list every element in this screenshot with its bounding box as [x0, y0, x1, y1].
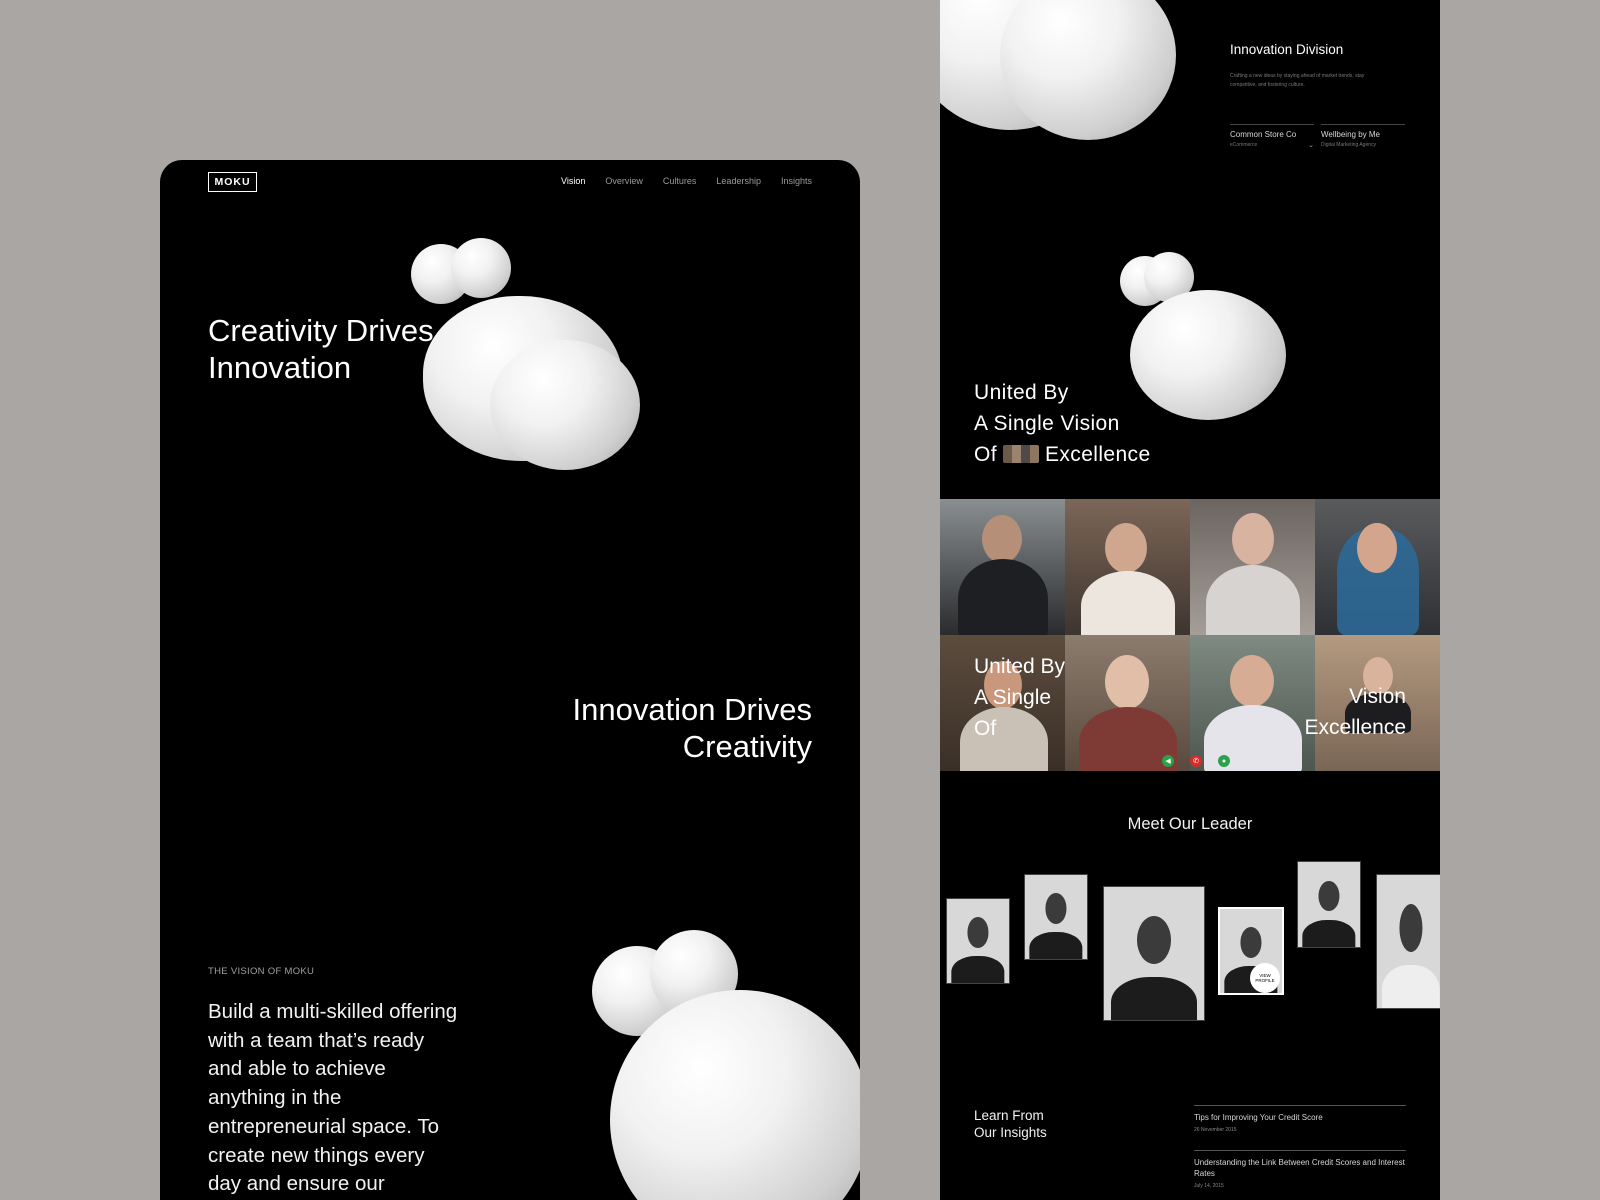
chevron-down-icon[interactable]: ⌄	[1308, 141, 1314, 149]
overlay-text-left: United By A Single Of	[974, 655, 1066, 740]
culture-page-panel: Innovation Division Crafting a new ideas…	[940, 0, 1440, 1200]
hero-heading: Creativity Drives Innovation	[208, 312, 434, 386]
meet-leader-heading: Meet Our Leader	[1127, 815, 1253, 833]
moku-logo[interactable]: MOKU	[208, 172, 257, 192]
united-line2: A Single Vision	[974, 412, 1120, 435]
secondary-heading-line1: Innovation Drives	[572, 692, 812, 727]
leader-card[interactable]	[1297, 861, 1361, 948]
hero-heading-line1: Creativity Drives	[208, 313, 434, 348]
insight-item[interactable]: Understanding the Link Between Credit Sc…	[1194, 1150, 1406, 1189]
secondary-heading-line2: Creativity	[682, 729, 812, 764]
client-common-store[interactable]: Common Store Co eCommerce ⌄	[1230, 124, 1314, 149]
division-description: Crafting a new ideas by staying ahead of…	[1230, 73, 1365, 88]
main-nav: Vision Overview Cultures Leadership Insi…	[561, 176, 812, 186]
nav-leadership[interactable]: Leadership	[716, 176, 761, 186]
hero-heading-line2: Innovation	[208, 350, 352, 385]
participant-tile	[1315, 499, 1440, 635]
united-heading: United By A Single Vision Of Excellence	[974, 377, 1151, 470]
nav-overview[interactable]: Overview	[605, 176, 643, 186]
client-title: Wellbeing by Me	[1321, 130, 1380, 139]
vision-page-panel: MOKU Vision Overview Cultures Leadership…	[160, 160, 860, 1200]
insight-title: Understanding the Link Between Credit Sc…	[1194, 1158, 1405, 1178]
leader-card[interactable]	[1024, 874, 1088, 960]
client-subtitle: eCommerce	[1230, 142, 1258, 148]
nav-vision[interactable]: Vision	[561, 176, 585, 186]
hang-up-icon[interactable]: ✆	[1190, 755, 1202, 767]
client-title: Common Store Co	[1230, 130, 1297, 139]
speaker-icon[interactable]: ◀	[1162, 755, 1174, 767]
division-title: Innovation Division	[1230, 42, 1344, 57]
insight-date: July 14, 2015	[1194, 1183, 1224, 1189]
leader-card[interactable]	[1376, 874, 1440, 1009]
participant-tile	[1065, 635, 1190, 771]
insight-title: Tips for Improving Your Credit Score	[1194, 1113, 1323, 1122]
client-wellbeing[interactable]: Wellbeing by Me Digital Marketing Agency	[1321, 124, 1405, 148]
leader-card[interactable]	[946, 898, 1010, 984]
insights-heading: Learn From Our Insights	[974, 1108, 1047, 1140]
vision-eyebrow: THE VISION OF MOKU	[208, 966, 315, 977]
secondary-heading: Innovation Drives Creativity	[572, 691, 812, 765]
insight-date: 26 November 2015	[1194, 1127, 1237, 1133]
united-line3: Of Excellence	[974, 443, 1151, 466]
view-profile-button[interactable]: VIEW PROFILE	[1250, 963, 1280, 993]
participant-tile	[1190, 635, 1315, 771]
overlay-text-right: Vision Excellence	[1304, 685, 1406, 739]
microphone-icon[interactable]: ●	[1218, 755, 1230, 767]
united-line1: United By	[974, 381, 1069, 404]
nav-insights[interactable]: Insights	[781, 176, 812, 186]
vision-body-text: Build a multi-skilled offering with a te…	[208, 1000, 458, 1196]
participant-tile	[1065, 499, 1190, 635]
nav-cultures[interactable]: Cultures	[663, 176, 697, 186]
video-thumbnail-strip	[1002, 445, 1039, 463]
leader-card[interactable]	[1103, 886, 1205, 1021]
insight-item[interactable]: Tips for Improving Your Credit Score 26 …	[1194, 1105, 1406, 1133]
participant-tile	[940, 499, 1065, 635]
participant-tile	[1190, 499, 1315, 635]
client-subtitle: Digital Marketing Agency	[1321, 142, 1377, 148]
